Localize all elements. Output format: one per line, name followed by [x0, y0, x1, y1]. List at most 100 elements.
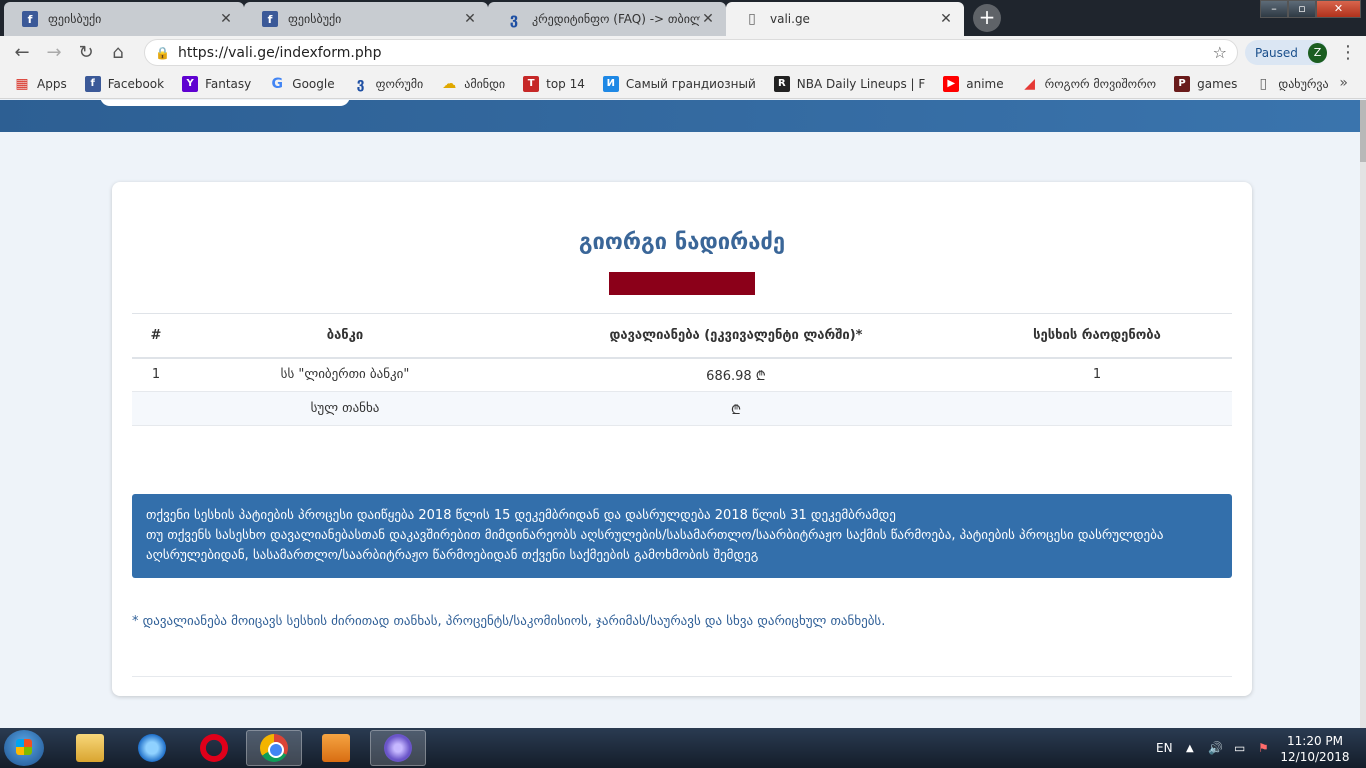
scrollbar-thumb[interactable] — [1360, 100, 1366, 162]
tab-vali[interactable]: ▯ vali.ge ✕ — [726, 2, 964, 36]
close-icon[interactable]: ✕ — [700, 11, 716, 27]
profile-button[interactable]: Paused Z — [1245, 40, 1327, 65]
close-icon[interactable]: ✕ — [938, 11, 954, 27]
top14-icon: T — [523, 75, 540, 92]
redacted-block — [609, 272, 755, 295]
facebook-icon: f — [22, 11, 38, 27]
folder-icon — [76, 734, 104, 762]
address-bar[interactable]: 🔒 https://vali.ge/indexform.php ☆ — [144, 39, 1238, 66]
action-center-flag-icon[interactable]: ⚑ — [1258, 728, 1269, 768]
reload-icon[interactable]: ↻ — [74, 41, 98, 65]
total-label: სულ თანხა — [180, 391, 510, 426]
notice-line-2: თუ თქვენს სასესხო დავალიანებასთან დაკავშ… — [146, 528, 1164, 563]
tab-facebook-2[interactable]: f ფეისბუქი ✕ — [244, 2, 488, 36]
bookmark-rog[interactable]: ◢ როგორ მოვიშორო — [1022, 76, 1156, 92]
system-clock[interactable]: 11:20 PM 12/10/2018 — [1280, 733, 1350, 765]
close-icon[interactable]: ✕ — [218, 11, 234, 27]
taskbar-opera[interactable] — [186, 730, 242, 766]
tor-browser-icon — [384, 734, 412, 762]
avatar: Z — [1307, 42, 1327, 63]
window-close-button[interactable]: ✕ — [1316, 0, 1361, 18]
rog-icon: ◢ — [1024, 75, 1036, 92]
total-amount: ₾ — [510, 391, 962, 426]
taskbar-explorer[interactable] — [62, 730, 118, 766]
bookmarks-bar: ▦ Apps f Facebook Y Fantasy G Google ვ ფორუმი… — [0, 69, 1366, 99]
row-debt: 686.98 ₾ — [510, 357, 962, 392]
volume-icon[interactable]: 🔊 — [1208, 728, 1223, 768]
media-player-icon — [322, 734, 350, 762]
url-text[interactable]: https://vali.ge/indexform.php — [178, 45, 1213, 61]
back-arrow-icon[interactable]: ← — [10, 41, 34, 65]
bookmark-top14[interactable]: Ttop 14 — [523, 75, 585, 92]
bookmark-smy[interactable]: И Самый грандиозный — [602, 75, 756, 92]
facebook-icon: f — [84, 75, 101, 92]
table-header-row: # ბანკი დავალიანება (ეკვივალენტი ლარში)*… — [132, 313, 1232, 359]
column-header-loan-count: სესხის რაოდენობა — [962, 313, 1232, 359]
smy-icon: И — [602, 75, 619, 92]
bookmark-anime[interactable]: ▶ anime — [943, 75, 1004, 92]
weather-icon: ☁ — [442, 75, 457, 92]
page-scrollbar[interactable] — [1360, 100, 1366, 728]
forum-3-icon: ვ — [509, 10, 519, 28]
bookmark-nba[interactable]: R NBA Daily Lineups | F — [773, 75, 925, 92]
taskbar-media-player[interactable] — [308, 730, 364, 766]
youtube-icon: ▶ — [943, 75, 960, 92]
windows-logo-icon — [16, 739, 32, 755]
notice-alert: თქვენი სესხის პატიების პროცესი დაიწყება … — [132, 494, 1232, 578]
bookmark-star-icon[interactable]: ☆ — [1213, 43, 1227, 62]
window-controls: – ▫ ✕ — [1260, 0, 1361, 20]
windows-taskbar: EN ▲ 🔊 ▭ ⚑ 11:20 PM 12/10/2018 — [0, 728, 1366, 768]
forward-arrow-icon[interactable]: → — [42, 41, 66, 65]
show-hidden-icons-icon[interactable]: ▲ — [1186, 728, 1194, 768]
page-icon: ▯ — [748, 11, 756, 27]
tab-title: ფეისბუქი — [48, 12, 102, 26]
bookmark-forum[interactable]: ვ ფორუმი — [353, 76, 424, 92]
forum-3-icon: ვ — [356, 75, 365, 92]
menu-icon[interactable]: ⋮ — [1338, 41, 1358, 65]
minimize-button[interactable]: – — [1260, 0, 1288, 18]
network-icon[interactable]: ▭ — [1234, 728, 1245, 768]
taskbar-ie[interactable] — [124, 730, 180, 766]
tab-title: კრედიტინფო (FAQ) -> თბილისი — [532, 12, 700, 26]
taskbar-tor[interactable] — [370, 730, 426, 766]
debt-footnote: * დავალიანება მოიცავს სესხის ძირითად თან… — [132, 614, 886, 629]
site-logo-area[interactable] — [100, 100, 350, 106]
table-total-row: სულ თანხა ₾ — [132, 391, 1232, 426]
apps-grid-icon: ▦ — [15, 75, 29, 92]
bookmark-google[interactable]: G Google — [269, 75, 335, 92]
bookmark-facebook[interactable]: f Facebook — [84, 75, 164, 92]
browser-toolbar: ← → ↻ ⌂ 🔒 https://vali.ge/indexform.php … — [0, 36, 1366, 69]
bookmark-apps[interactable]: ▦ Apps — [14, 75, 66, 92]
bookmark-games[interactable]: Pgames — [1174, 75, 1237, 92]
maximize-button[interactable]: ▫ — [1288, 0, 1316, 18]
nba-icon: R — [773, 75, 790, 92]
chevron-right-icon[interactable]: » — [1339, 75, 1348, 91]
language-indicator[interactable]: EN — [1156, 728, 1173, 768]
row-loan-count: 1 — [962, 357, 1232, 392]
bookmark-weather[interactable]: ☁ ამინდი — [441, 76, 505, 92]
result-card: გიორგი ნადირაძე # ბანკი დავალიანება (ეკვ… — [112, 182, 1252, 696]
bookmark-fantasy[interactable]: Y Fantasy — [182, 75, 251, 92]
close-icon[interactable]: ✕ — [462, 11, 478, 27]
bookmark-close[interactable]: ▯ დახურვა — [1255, 76, 1329, 92]
tab-strip: f ფეისბუქი ✕ f ფეისბუქი ✕ ვ კრედიტინფო (… — [0, 0, 1366, 36]
person-name: გიორგი ნადირაძე — [578, 230, 786, 255]
new-tab-button[interactable]: + — [973, 4, 1001, 32]
taskbar-chrome[interactable] — [246, 730, 302, 766]
column-header-debt: დავალიანება (ეკვივალენტი ლარში)* — [510, 313, 962, 359]
tab-title: vali.ge — [770, 12, 810, 26]
home-icon[interactable]: ⌂ — [106, 41, 130, 65]
lock-icon: 🔒 — [155, 45, 170, 60]
column-header-number: # — [132, 313, 180, 359]
google-icon: G — [271, 75, 284, 92]
page-viewport: გიორგი ნადირაძე # ბანკი დავალიანება (ეკვ… — [0, 100, 1360, 728]
internet-explorer-icon — [138, 734, 166, 762]
yahoo-icon: Y — [182, 75, 199, 92]
tab-facebook-1[interactable]: f ფეისბუქი ✕ — [4, 2, 244, 36]
tab-creditinfo[interactable]: ვ კრედიტინფო (FAQ) -> თბილისი ✕ — [488, 2, 726, 36]
row-bank: სს "ლიბერთი ბანკი" — [180, 357, 510, 392]
pog-icon: P — [1174, 75, 1191, 92]
start-button[interactable] — [4, 730, 44, 766]
column-header-bank: ბანკი — [180, 313, 510, 359]
notice-line-1: თქვენი სესხის პატიების პროცესი დაიწყება … — [146, 508, 896, 523]
